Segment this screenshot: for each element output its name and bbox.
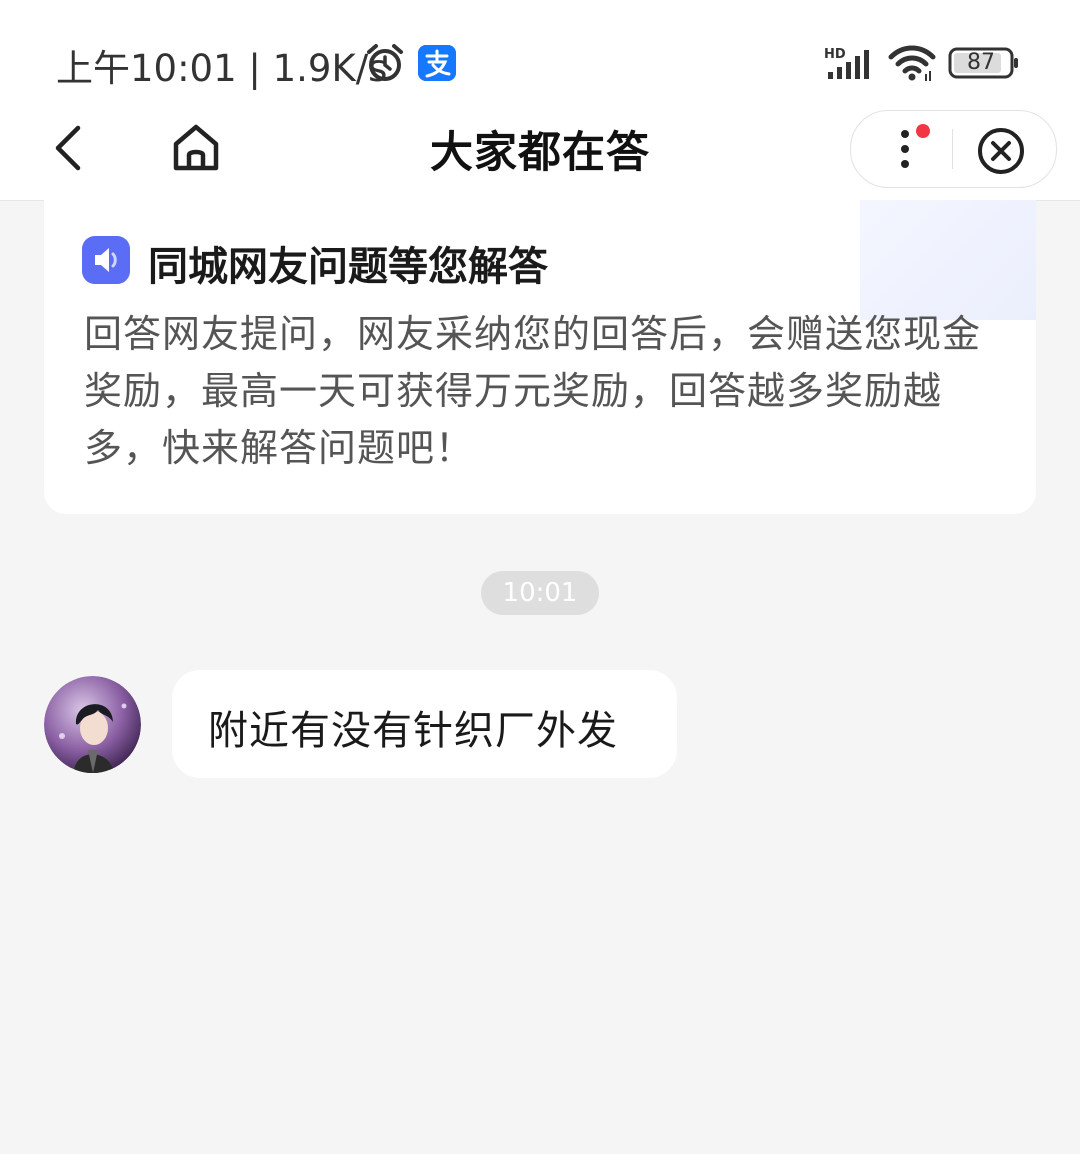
- notification-dot: [916, 124, 930, 138]
- battery-level: 87: [967, 50, 995, 75]
- message-timestamp: 10:01: [481, 571, 599, 615]
- page-title: 大家都在答: [430, 128, 650, 178]
- avatar[interactable]: [44, 676, 141, 773]
- capsule-divider: [952, 129, 953, 169]
- close-button[interactable]: [975, 125, 1027, 177]
- message-text: 附近有没有针织厂外发: [208, 708, 618, 754]
- avatar-image: [44, 676, 141, 773]
- speaker-icon: [82, 236, 130, 284]
- battery-icon: 87: [948, 47, 1020, 79]
- back-button[interactable]: [44, 118, 100, 178]
- more-button[interactable]: [881, 119, 941, 179]
- alipay-icon: [418, 45, 456, 81]
- mini-program-capsule: [850, 110, 1057, 188]
- card-description: 回答网友提问，网友采纳您的回答后，会赠送您现金奖励，最高一天可获得万元奖励，回答…: [84, 312, 982, 470]
- signal-icon: HD: [824, 47, 869, 79]
- wifi-icon: [888, 45, 936, 81]
- home-button[interactable]: [166, 118, 226, 178]
- alarm-icon: [367, 44, 403, 81]
- message-bubble[interactable]: 附近有没有针织厂外发: [172, 670, 677, 778]
- top-bar: 上午10:01 | 1.9K/s HD 87 大家都在答: [0, 0, 1080, 201]
- hd-badge: HD: [824, 47, 846, 62]
- status-time-speed: 上午10:01 | 1.9K/s: [56, 47, 388, 90]
- answer-invite-card[interactable]: 同城网友问题等您解答 回答网友提问，网友采纳您的回答后，会赠送您现金奖励，最高一…: [44, 200, 1036, 514]
- card-decoration: [860, 200, 1036, 320]
- card-title: 同城网友问题等您解答: [148, 244, 548, 290]
